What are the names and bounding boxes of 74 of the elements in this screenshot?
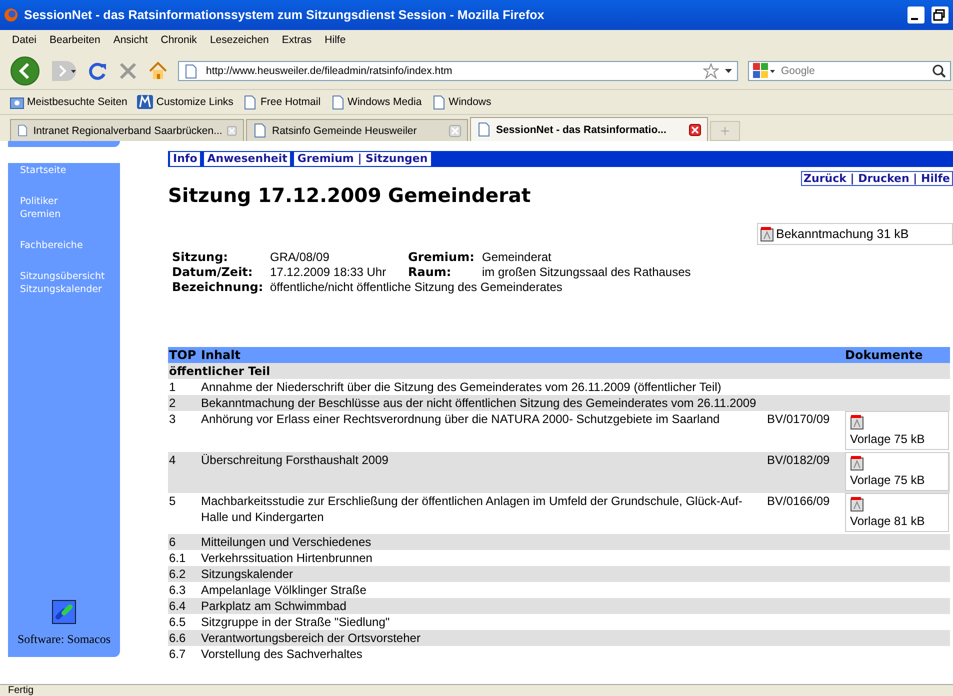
menu-item[interactable]: Datei [12, 34, 37, 49]
table-cell: 6 [168, 534, 200, 550]
document-link[interactable]: Vorlage 75 kB [845, 411, 949, 450]
bookmark-link[interactable]: Customize Links [137, 95, 234, 109]
table-cell: Ampelanlage Völklinger Straße [200, 582, 766, 598]
menu-item[interactable]: Lesezeichen [210, 34, 269, 49]
bookmark-link[interactable]: Meistbesuchte Seiten [10, 96, 128, 108]
nav-link[interactable]: Anwesenheit [204, 152, 290, 166]
table-cell: 4 [168, 452, 200, 493]
table-cell: Annahme der Niederschrift über die Sitzung des Gemeinderates vom 26.11.2009 (öffentlicher Teil) [200, 379, 766, 395]
field-label: Gremium: [408, 250, 476, 265]
field-value: GRA/08/09 [270, 250, 330, 265]
table-cell: BV/0166/09 [766, 493, 844, 534]
menu-item[interactable]: Bearbeiten [50, 34, 100, 49]
menu-item[interactable]: Hilfe [324, 34, 346, 49]
document-link[interactable]: Vorlage 81 kB [845, 493, 949, 532]
table-cell: 6.5 [168, 614, 200, 630]
field-label: Sitzung: [172, 250, 229, 265]
bookmark-link[interactable]: Windows Media [330, 94, 422, 110]
menu-item[interactable]: Extras [282, 34, 312, 49]
menu-item[interactable]: Chronik [160, 34, 197, 49]
browser-tab[interactable]: Ratsinfo Gemeinde Heusweiler [246, 119, 468, 141]
address-field[interactable]: http://www.heusweiler.de/fileadmin/ratsinfo/index.htm [204, 64, 697, 78]
table-cell: Sitzgruppe in der Straße "Siedlung" [200, 614, 766, 630]
table-cell: Verantwortungsbereich der Ortsvorsteher [200, 630, 766, 646]
software-credit: Software: Somacos [18, 632, 110, 647]
nav-link[interactable]: Gremium | Sitzungen [294, 152, 431, 166]
table-cell: Überschreitung Forsthaushalt 2009 [200, 452, 766, 493]
table-cell: BV/0170/09 [766, 411, 844, 452]
table-cell: Parkplatz am Schwimmbad [200, 598, 766, 614]
browser-tab[interactable]: Intranet Regionalverband Saarbrücken... [10, 119, 244, 141]
field-value: im großen Sitzungssaal des Rathauses [482, 265, 692, 280]
bookmark-link[interactable]: Windows [432, 94, 492, 110]
action-links[interactable]: Zurück | Drucken | Hilfe [800, 171, 953, 186]
table-cell: 6.7 [168, 646, 200, 662]
table-cell: Verkehrssituation Hirtenbrunnen [200, 550, 766, 566]
table-cell: 6.3 [168, 582, 200, 598]
table-cell: 5 [168, 493, 200, 534]
page-heading: Sitzung 17.12.2009 Gemeinderat [168, 184, 532, 207]
field-value: 17.12.2009 18:33 Uhr [270, 265, 388, 280]
table-cell: 6.4 [168, 598, 200, 614]
table-cell: Anhörung vor Erlass einer Rechtsverordnung über die NATURA 2000- Schutzgebiete im Saarland [200, 411, 766, 452]
status-bar: Fertig [0, 684, 953, 696]
table-cell: 2 [168, 395, 200, 411]
field-label: Bezeichnung: [172, 280, 264, 295]
table-cell: 6.6 [168, 630, 200, 646]
table-cell: Bekanntmachung der Beschlüsse aus der nicht öffentlichen Sitzung des Gemeinderates vom 26.11.2009 [200, 395, 766, 411]
table-cell: Machbarkeitsstudie zur Erschließung der öffentlichen Anlagen im Umfeld der Grundschule, Glück-Auf-Halle und Kindergarten [200, 493, 766, 534]
window-title: SessionNet - das Ratsinformationssystem zum Sitzungsdienst Session - Mozilla Firefox [24, 8, 546, 22]
menu-item[interactable]: Ansicht [113, 34, 148, 49]
document-link[interactable]: Vorlage 75 kB [845, 452, 949, 491]
field-label: Raum: [408, 265, 452, 280]
browser-tab[interactable]: SessionNet - das Ratsinformatio... [470, 117, 708, 141]
search-bar[interactable]: Google [748, 61, 951, 81]
address-bar[interactable]: http://www.heusweiler.de/fileadmin/ratsinfo/index.htm [178, 61, 738, 81]
table-cell: 6.2 [168, 566, 200, 582]
section-heading: öffentlicher Teil [168, 363, 950, 379]
column-header: Inhalt [200, 347, 844, 363]
table-cell: Sitzungskalender [200, 566, 766, 582]
table-cell: Vorstellung des Sachverhaltes [200, 646, 766, 662]
column-header: TOP [168, 347, 200, 363]
field-label: Datum/Zeit: [172, 265, 254, 280]
search-field[interactable]: Google [779, 64, 928, 78]
table-cell: 6.1 [168, 550, 200, 566]
field-value: Gemeinderat [482, 250, 552, 265]
document-link[interactable]: Bekanntmachung 31 kB [757, 223, 953, 245]
table-cell: 3 [168, 411, 200, 452]
table-cell: 1 [168, 379, 200, 395]
nav-link[interactable]: Info [170, 152, 200, 166]
column-header: Dokumente [844, 347, 950, 363]
table-cell: Mitteilungen und Verschiedenes [200, 534, 766, 550]
bookmark-link[interactable]: Free Hotmail [243, 94, 321, 110]
field-value: öffentliche/nicht öffentliche Sitzung des Gemeinderates [270, 280, 564, 295]
table-cell: BV/0182/09 [766, 452, 844, 493]
